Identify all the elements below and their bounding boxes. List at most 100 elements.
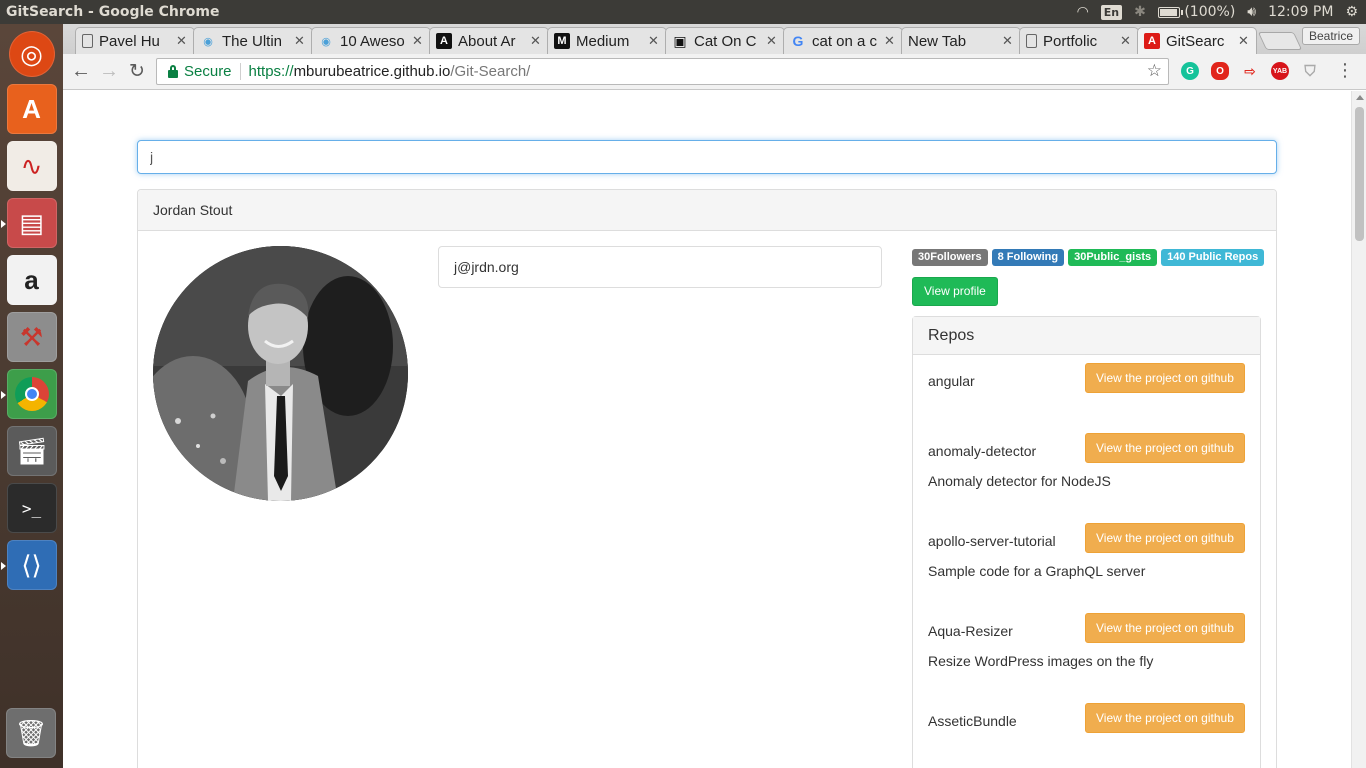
tab-close-icon[interactable]: ✕ [294,33,306,49]
back-arrow-icon[interactable]: ← [67,58,95,86]
repo-item: Aqua-Resizer View the project on github … [928,613,1248,669]
volume-icon[interactable]: 🔊︎ [1247,4,1256,20]
keyboard-language-indicator[interactable]: En [1100,4,1123,20]
system-top-panel: GitSearch - Google Chrome ◠ En ✱ (100%) … [0,0,1366,24]
followers-badge: 30Followers [912,249,988,266]
tab-ultimate[interactable]: ◉ The Ultin ✕ [193,27,313,54]
software-center-icon[interactable]: A [6,84,57,134]
repos-heading: Repos [913,317,1260,355]
tab-close-icon[interactable]: ✕ [530,33,542,49]
scroll-up-arrow-icon[interactable] [1356,95,1364,100]
document-viewer-icon[interactable]: ∿ [6,141,57,191]
tab-cat-on-c[interactable]: ▣ Cat On C ✕ [665,27,785,54]
ubuntu-dash-icon[interactable]: ◎ [8,31,55,77]
forward-arrow-icon[interactable]: → [95,58,123,86]
view-on-github-button[interactable]: View the project on github [1085,703,1245,733]
video-editor-icon[interactable]: 🎬︎ [6,426,57,476]
tab-strip: Pavel Hu ✕ ◉ The Ultin ✕ ◉ 10 Aweso ✕ A … [63,24,1366,54]
url-scheme: https:// [248,63,294,80]
tab-close-icon[interactable]: ✕ [884,33,896,49]
tab-close-icon[interactable]: ✕ [412,33,424,49]
github-user-search-input[interactable] [137,140,1277,174]
medium-icon: M [554,33,570,49]
document-icon [82,34,93,48]
page-scrollbar[interactable] [1351,91,1366,768]
eye-icon: ◉ [321,35,331,48]
tab-close-icon[interactable]: ✕ [1120,33,1132,49]
repo-description: Sample code for a GraphQL server [928,563,1146,579]
tab-close-icon[interactable]: ✕ [1238,33,1250,49]
running-indicator [0,220,6,228]
tab-label: About Ar [458,32,516,50]
amazon-icon[interactable]: a [6,255,57,305]
profile-button[interactable]: Beatrice [1301,27,1360,45]
repo-item: anomaly-detector View the project on git… [928,433,1248,489]
tab-close-icon[interactable]: ✕ [766,33,778,49]
vscode-icon[interactable]: ⟨⟩ [0,540,57,590]
google-icon: G [792,33,804,49]
terminal-icon[interactable]: >_ [6,483,57,533]
running-indicator [0,562,6,570]
tab-close-icon[interactable]: ✕ [1002,33,1014,49]
repo-description: Resize WordPress images on the fly [928,653,1154,669]
chrome-menu-icon[interactable]: ⋮ [1336,60,1354,81]
settings-gear-icon[interactable]: ⚙ [1345,4,1358,20]
view-on-github-button[interactable]: View the project on github [1085,363,1245,393]
camera-icon: ▣ [673,32,687,49]
tab-portfolio[interactable]: Portfolic ✕ [1019,27,1139,54]
new-tab-button[interactable] [1257,32,1303,50]
reload-icon[interactable]: ↻ [123,58,151,86]
bluetooth-icon[interactable]: ✱ [1134,4,1146,20]
wifi-icon[interactable]: ◠ [1077,4,1089,20]
trash-icon[interactable]: 🗑︎ [6,708,56,758]
opera-extension-icon[interactable]: O [1211,62,1229,80]
repo-description: Anomaly detector for NodeJS [928,473,1111,489]
document-icon [1026,34,1037,48]
shield-extension-icon[interactable]: ⛉ [1301,62,1319,80]
tab-pavel[interactable]: Pavel Hu ✕ [75,27,195,54]
public-repos-badge: 140 Public Repos [1161,249,1265,266]
tab-10-awesome[interactable]: ◉ 10 Aweso ✕ [311,27,431,54]
public-gists-badge: 30Public_gists [1068,249,1158,266]
tab-medium[interactable]: M Medium ✕ [547,27,667,54]
clock[interactable]: 12:09 PM [1268,4,1333,20]
user-email: j@jrdn.org [438,246,882,288]
tab-close-icon[interactable]: ✕ [176,33,188,49]
view-on-github-button[interactable]: View the project on github [1085,523,1245,553]
tab-label: Portfolic [1043,32,1098,50]
battery-percent: (100%) [1184,4,1236,20]
bookmark-star-icon[interactable]: ☆ [1147,61,1162,81]
repos-panel: Repos angular View the project on github… [912,316,1261,768]
angular-icon: A [1144,33,1160,49]
tab-new-tab[interactable]: New Tab ✕ [901,27,1021,54]
secure-label: Secure [184,63,241,80]
tab-about-angular[interactable]: A About Ar ✕ [429,27,549,54]
tab-label: 10 Aweso [340,32,405,50]
battery-icon [1157,6,1183,18]
tab-label: Cat On C [694,32,757,50]
following-badge: 8 Following [991,249,1065,266]
yab-extension-icon[interactable]: YAB [1271,62,1289,80]
battery-fill [1159,8,1177,16]
lock-icon [167,65,179,78]
view-profile-button[interactable]: View profile [912,277,998,306]
chrome-icon[interactable] [0,369,57,419]
grammarly-extension-icon[interactable]: G [1181,62,1199,80]
battery-indicator[interactable]: (100%) [1157,4,1236,20]
eye-icon: ◉ [203,35,213,48]
view-on-github-button[interactable]: View the project on github [1085,613,1245,643]
tab-close-icon[interactable]: ✕ [648,33,660,49]
window-title: GitSearch - Google Chrome [6,4,220,20]
address-bar[interactable]: Secure https:// mburubeatrice.github.io … [156,58,1169,85]
repo-item: angular View the project on github [928,363,1248,393]
file-manager-icon[interactable]: ▤ [0,198,57,248]
scrollbar-thumb[interactable] [1355,107,1364,241]
system-settings-icon[interactable]: ⚒ [6,312,57,362]
tab-label: Medium [576,32,630,50]
tab-gitsearch[interactable]: A GitSearc ✕ [1137,27,1257,54]
cast-extension-icon[interactable]: ⇨ [1241,62,1259,80]
tab-google-search[interactable]: G cat on a c ✕ [783,27,903,54]
tab-label: Pavel Hu [99,32,160,50]
view-on-github-button[interactable]: View the project on github [1085,433,1245,463]
url-path: /Git-Search/ [450,63,531,80]
